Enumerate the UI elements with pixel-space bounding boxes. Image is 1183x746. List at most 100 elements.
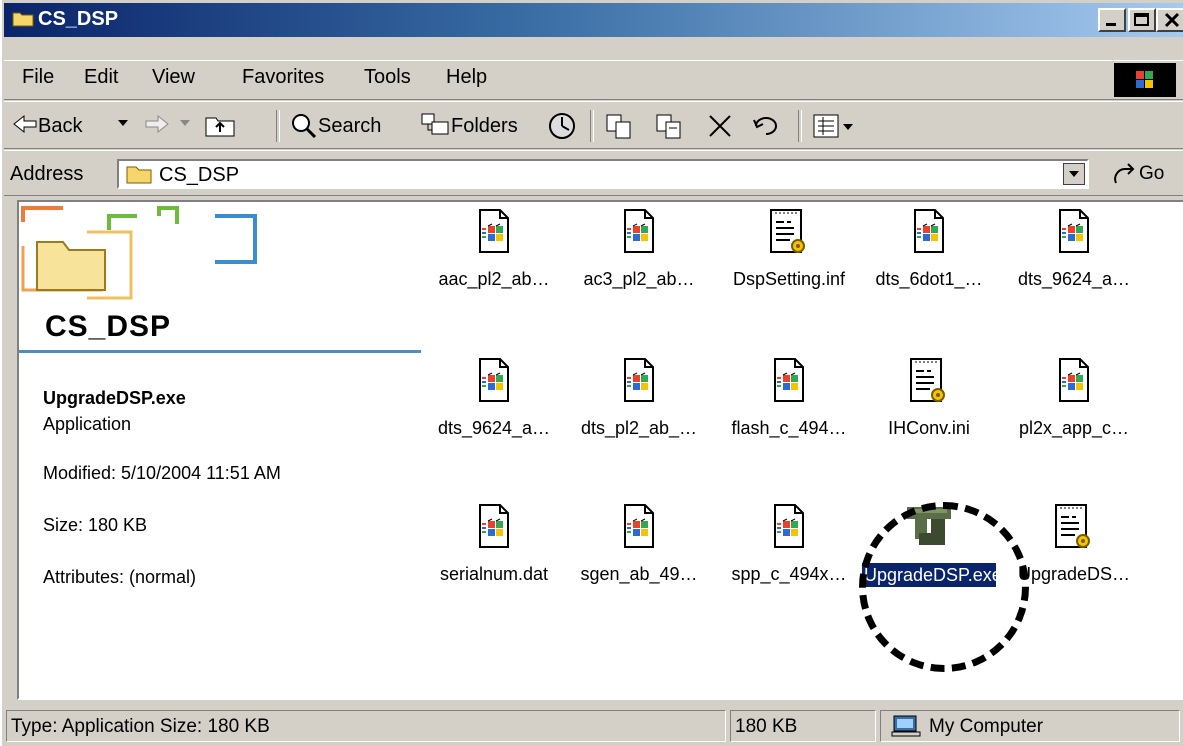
selected-file-type: Application (43, 414, 132, 434)
highlight-circle (859, 502, 1029, 672)
windows-flag-icon (1136, 71, 1153, 88)
views-icon[interactable] (812, 112, 856, 140)
status-size: 180 KB (730, 710, 876, 742)
search-icon[interactable] (290, 112, 318, 138)
search-button[interactable]: Search (318, 115, 381, 138)
delete-icon[interactable] (706, 112, 734, 140)
file-name: dts_6dot1_… (875, 269, 983, 289)
details-pane: CS_DSP UpgradeDSP.exe Application Modifi… (19, 202, 424, 698)
file-item[interactable]: DspSetting.inf (719, 208, 859, 291)
status-bar: Type: Application Size: 180 KB 180 KB My… (4, 706, 1183, 746)
file-item[interactable]: dts_9624_a… (1004, 208, 1144, 291)
file-name: UpgradeDS… (1017, 564, 1131, 584)
file-name: dts_9624_a… (1017, 269, 1131, 289)
windows-file-icon (1004, 208, 1144, 260)
file-name: flash_c_494… (731, 418, 847, 438)
title-bar[interactable]: CS_DSP (4, 3, 1183, 37)
maximize-button[interactable] (1128, 8, 1156, 32)
menu-bar: File Edit View Favorites Tools Help (4, 60, 1183, 100)
address-dropdown-button[interactable] (1063, 163, 1085, 185)
file-name: serialnum.dat (439, 564, 549, 584)
toolbar-separator (798, 110, 802, 142)
toolbar-separator (590, 110, 594, 142)
windows-file-icon (569, 208, 709, 260)
windows-file-icon (424, 357, 564, 409)
settings-file-icon (719, 208, 859, 260)
file-item[interactable]: IHConv.ini (859, 357, 999, 440)
windows-logo-throbber (1114, 63, 1176, 97)
file-item[interactable]: dts_6dot1_… (859, 208, 999, 291)
close-button[interactable] (1156, 8, 1183, 32)
my-computer-icon (891, 715, 921, 737)
divider (19, 350, 421, 353)
back-button[interactable]: Back (38, 115, 82, 138)
windows-file-icon (859, 208, 999, 260)
folders-button[interactable]: Folders (451, 115, 518, 138)
settings-file-icon (859, 357, 999, 409)
file-item[interactable]: dts_pl2_ab_… (569, 357, 709, 440)
minimize-icon (1106, 23, 1116, 26)
file-name: pl2x_app_c… (1018, 418, 1130, 438)
folder-icon (126, 166, 152, 184)
menu-tools[interactable]: Tools (364, 66, 411, 89)
up-folder-icon[interactable] (204, 112, 236, 138)
history-icon[interactable] (547, 112, 577, 140)
file-size: Size: 180 KB (43, 515, 148, 535)
file-attributes: Attributes: (normal) (43, 567, 197, 587)
toolbar-separator (276, 110, 280, 142)
file-item[interactable]: spp_c_494x… (719, 503, 859, 586)
copy-to-icon[interactable] (654, 112, 684, 140)
minimize-button[interactable] (1098, 8, 1126, 32)
chevron-down-icon (1069, 171, 1079, 177)
modified-date: Modified: 5/10/2004 11:51 AM (43, 463, 281, 483)
file-item[interactable]: sgen_ab_49… (569, 503, 709, 586)
back-dropdown-icon[interactable] (116, 116, 130, 130)
forward-dropdown-icon[interactable] (178, 116, 192, 130)
move-to-icon[interactable] (604, 112, 634, 140)
file-item[interactable]: aac_pl2_ab… (424, 208, 564, 291)
file-name: dts_9624_a… (437, 418, 551, 438)
file-item[interactable]: dts_9624_a… (424, 357, 564, 440)
status-zone-label: My Computer (929, 716, 1044, 737)
menu-edit[interactable]: Edit (84, 66, 118, 89)
menu-help[interactable]: Help (446, 66, 487, 89)
windows-file-icon (719, 503, 859, 555)
status-info: Type: Application Size: 180 KB (6, 710, 726, 742)
window-title: CS_DSP (38, 8, 119, 30)
file-name: aac_pl2_ab… (438, 269, 550, 289)
address-value: CS_DSP (159, 164, 240, 186)
folder-title: CS_DSP (45, 310, 172, 343)
status-zone: My Computer (880, 710, 1180, 742)
folders-icon[interactable] (420, 112, 450, 138)
go-button[interactable]: Go (1139, 163, 1164, 185)
menu-favorites[interactable]: Favorites (242, 66, 324, 89)
address-label: Address (10, 163, 84, 185)
go-arrow-icon[interactable] (1110, 161, 1138, 187)
maximize-icon (1134, 13, 1149, 26)
folder-icon (12, 12, 34, 27)
menu-view[interactable]: View (152, 66, 195, 89)
folder-content: CS_DSP UpgradeDSP.exe Application Modifi… (17, 200, 1183, 700)
file-name: spp_c_494x… (731, 564, 847, 584)
windows-file-icon (1004, 357, 1144, 409)
windows-file-icon (569, 357, 709, 409)
menu-file[interactable]: File (22, 66, 54, 89)
standard-toolbar: Back Search Folders (4, 101, 1183, 149)
file-item[interactable]: ac3_pl2_ab… (569, 208, 709, 291)
file-item[interactable]: pl2x_app_c… (1004, 357, 1144, 440)
windows-file-icon (424, 208, 564, 260)
file-item[interactable]: flash_c_494… (719, 357, 859, 440)
file-name: sgen_ab_49… (580, 564, 698, 584)
windows-file-icon (424, 503, 564, 555)
address-field[interactable]: CS_DSP (117, 159, 1089, 189)
folder-banner-graphic (19, 202, 269, 307)
forward-arrow-icon[interactable] (144, 112, 172, 136)
windows-file-icon (569, 503, 709, 555)
undo-icon[interactable] (752, 112, 782, 140)
file-name: DspSetting.inf (732, 269, 846, 289)
back-arrow-icon[interactable] (10, 112, 38, 136)
windows-file-icon (719, 357, 859, 409)
file-item[interactable]: serialnum.dat (424, 503, 564, 586)
file-name: ac3_pl2_ab… (583, 269, 695, 289)
file-name: IHConv.ini (888, 418, 970, 438)
